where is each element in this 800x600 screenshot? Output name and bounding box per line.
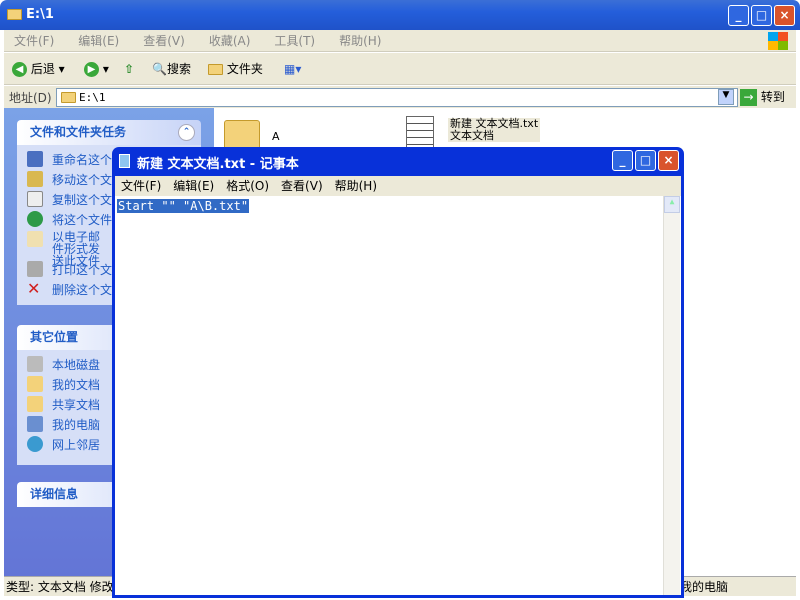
folder-a-name[interactable]: A (272, 130, 280, 143)
address-input[interactable]: E:\1 (56, 88, 738, 107)
notepad-minimize-button[interactable]: _ (612, 150, 633, 171)
delete-x-icon: ✕ (27, 279, 41, 298)
file-tasks-header[interactable]: 文件和文件夹任务 ⌃ (17, 120, 201, 145)
rename-icon (27, 151, 43, 167)
toolbar: ◀ 后退 ▾ ▶ ▾ ⇧ 🔍搜索 文件夹 ▦▾ (4, 53, 796, 85)
documents-folder-icon (27, 376, 43, 392)
np-menu-help[interactable]: 帮助(H) (335, 179, 377, 193)
globe-icon (27, 211, 43, 227)
place-label: 我的文档 (52, 378, 101, 392)
menu-view[interactable]: 查看(V) (143, 34, 185, 48)
folders-button[interactable]: 文件夹 (208, 59, 263, 79)
panel-title: 详细信息 (30, 487, 79, 501)
explorer-title-bar: E:\1 _ □ × (0, 0, 800, 30)
copy-icon (27, 191, 43, 207)
computer-icon (27, 416, 43, 432)
notepad-title: 新建 文本文档.txt - 记事本 (137, 157, 299, 172)
move-icon (27, 171, 43, 187)
notepad-title-bar: 新建 文本文档.txt - 记事本 _ □ × (115, 147, 681, 176)
notepad-text-area[interactable]: Start "" "A\B.txt" ▲ (115, 196, 681, 595)
forward-arrow-icon: ▶ (84, 62, 99, 77)
address-label: 地址(D) (9, 91, 52, 105)
back-label: 后退 (30, 62, 55, 76)
panel-title: 其它位置 (30, 330, 79, 344)
folder-icon (7, 9, 22, 20)
up-folder-button[interactable]: ⇧ (124, 59, 134, 79)
np-menu-file[interactable]: 文件(F) (121, 179, 161, 193)
notepad-close-button[interactable]: × (658, 150, 679, 171)
menu-file[interactable]: 文件(F) (14, 34, 54, 48)
place-label: 本地磁盘 (52, 358, 101, 372)
folder-icon (208, 64, 223, 75)
forward-button[interactable]: ▶ ▾ (84, 59, 109, 79)
address-bar: 地址(D) E:\1 ▼ → 转到 (4, 86, 796, 108)
go-button[interactable]: → 转到 (740, 88, 785, 107)
place-label: 网上邻居 (52, 438, 101, 452)
network-icon (27, 436, 43, 452)
menu-help[interactable]: 帮助(H) (339, 34, 381, 48)
vertical-scrollbar[interactable]: ▲ (663, 196, 680, 595)
go-label: 转到 (760, 90, 785, 104)
address-dropdown[interactable]: ▼ (718, 89, 734, 105)
search-label: 搜索 (166, 62, 191, 76)
place-label: 我的电脑 (52, 418, 101, 432)
back-button[interactable]: ◀ 后退 ▾ (12, 59, 65, 79)
np-menu-edit[interactable]: 编辑(E) (173, 179, 214, 193)
panel-title: 文件和文件夹任务 (30, 125, 127, 139)
task-email[interactable]: 以电子邮件形式发送此文件 (27, 231, 107, 267)
notepad-icon (119, 154, 130, 168)
place-label: 共享文档 (52, 398, 101, 412)
maximize-button[interactable]: □ (751, 5, 772, 26)
np-menu-view[interactable]: 查看(V) (281, 179, 323, 193)
address-value: E:\1 (79, 91, 106, 104)
scroll-up-button[interactable]: ▲ (664, 196, 680, 213)
search-icon: 🔍 (152, 62, 167, 76)
minimize-button[interactable]: _ (728, 5, 749, 26)
file-type: 文本文档 (450, 129, 494, 142)
search-button[interactable]: 🔍搜索 (152, 59, 191, 79)
disk-icon (27, 356, 43, 372)
folder-a-icon[interactable] (224, 120, 260, 150)
menu-tools[interactable]: 工具(T) (274, 34, 315, 48)
folder-icon (61, 92, 76, 103)
windows-logo-icon (768, 32, 788, 50)
folders-label: 文件夹 (226, 62, 263, 76)
shared-folder-icon (27, 396, 43, 412)
close-button[interactable]: × (774, 5, 795, 26)
status-text: 类型: 文本文档 修改 (6, 580, 114, 594)
notepad-maximize-button[interactable]: □ (635, 150, 656, 171)
collapse-icon[interactable]: ⌃ (178, 124, 195, 141)
selected-text[interactable]: Start "" "A\B.txt" (117, 199, 250, 213)
notepad-window: 新建 文本文档.txt - 记事本 _ □ × 文件(F) 编辑(E) 格式(O) 查… (112, 147, 684, 598)
menu-favorites[interactable]: 收藏(A) (209, 34, 251, 48)
window-title: E:\1 (26, 7, 54, 22)
email-icon (27, 231, 43, 247)
views-button[interactable]: ▦▾ (284, 59, 301, 79)
text-file-item[interactable]: 新建 文本文档.txt 文本文档 (448, 118, 541, 142)
np-menu-format[interactable]: 格式(O) (226, 179, 269, 193)
go-arrow-icon: → (740, 89, 757, 106)
menu-edit[interactable]: 编辑(E) (78, 34, 119, 48)
back-arrow-icon: ◀ (12, 62, 27, 77)
status-zone: 我的电脑 (680, 580, 729, 594)
printer-icon (27, 261, 43, 277)
notepad-menu-bar: 文件(F) 编辑(E) 格式(O) 查看(V) 帮助(H) (115, 176, 681, 196)
menu-bar: 文件(F) 编辑(E) 查看(V) 收藏(A) 工具(T) 帮助(H) (4, 30, 796, 52)
